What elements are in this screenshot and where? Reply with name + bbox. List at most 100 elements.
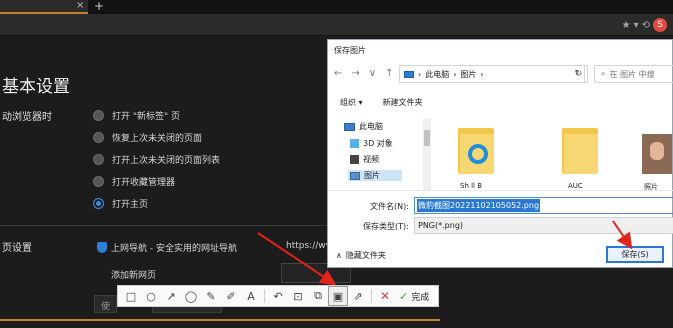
done-label: 完成 bbox=[411, 292, 430, 303]
radio-button-selected[interactable] bbox=[93, 197, 104, 209]
face bbox=[650, 142, 664, 160]
new-tab-button[interactable]: + bbox=[94, 0, 104, 13]
crop-icon[interactable]: ⊡ bbox=[288, 286, 308, 306]
startup-option-restore[interactable]: 恢复上次未关闭的页面 bbox=[93, 129, 202, 145]
refresh-button[interactable]: ↻ bbox=[570, 65, 588, 83]
tree-item-pictures[interactable]: 图片 bbox=[348, 170, 402, 181]
scroll-thumb[interactable] bbox=[424, 130, 430, 146]
option-label: 打开收藏管理器 bbox=[112, 177, 176, 188]
save-button[interactable]: 保存(S) bbox=[606, 246, 664, 263]
cancel-icon[interactable]: ✕ bbox=[375, 286, 395, 306]
hide-folders-label: 隐藏文件夹 bbox=[345, 251, 386, 260]
tree-item-this-pc[interactable]: 此电脑 bbox=[344, 121, 383, 132]
tab-close-icon[interactable]: × bbox=[76, 0, 84, 12]
add-new-page-link[interactable]: 添加新网页 bbox=[111, 268, 156, 281]
tree-item-label: 3D 对象 bbox=[363, 139, 393, 148]
organize-button[interactable]: 组织 ▾ bbox=[340, 97, 363, 108]
startup-option-restore-list[interactable]: 打开上次未关闭的页面列表 bbox=[93, 151, 220, 167]
address-bar-actions: ★ ▾ ⟲ S bbox=[622, 17, 673, 33]
toolbar-divider bbox=[264, 289, 265, 303]
dialog-nav: ← → ∨ ↑ bbox=[334, 68, 394, 79]
breadcrumb-this-pc[interactable]: 此电脑 bbox=[425, 69, 449, 80]
screenshot-toolbar: □ ○ ↗ ◯ ✎ ✐ A ↶ ⊡ ⧉ ▣ ⇗ ✕ ✓ 完成 bbox=[117, 285, 439, 307]
computer-icon bbox=[344, 122, 355, 131]
filename-label: 文件名(N): bbox=[370, 202, 409, 211]
filetype-value: PNG(*.png) bbox=[418, 221, 464, 230]
film-icon bbox=[350, 155, 359, 164]
radio-button[interactable] bbox=[93, 153, 104, 165]
undo-icon[interactable]: ↶ bbox=[268, 286, 288, 306]
refresh-icon[interactable]: ⟲ bbox=[642, 20, 650, 31]
file-item[interactable]: 照片 bbox=[636, 120, 673, 191]
startup-option-new-tab[interactable]: 打开 "新标签" 页 bbox=[93, 107, 180, 123]
radio-button[interactable] bbox=[93, 109, 104, 121]
startup-option-homepage[interactable]: 打开主页 bbox=[93, 195, 148, 211]
up-icon[interactable]: ↑ bbox=[385, 68, 393, 79]
filetype-label: 保存类型(T): bbox=[363, 222, 409, 231]
toolbar-divider bbox=[371, 289, 372, 303]
homepage-nav-item[interactable]: 上网导航 - 安全实用的网址导航 bbox=[97, 241, 237, 254]
speech-bubble-tool-icon[interactable]: ◯ bbox=[181, 286, 201, 306]
rectangle-tool-icon[interactable]: □ bbox=[121, 286, 141, 306]
chevron-up-icon: ∧ bbox=[336, 251, 342, 260]
option-label: 打开 "新标签" 页 bbox=[112, 111, 181, 122]
startup-option-bookmarks[interactable]: 打开收藏管理器 bbox=[93, 173, 175, 189]
computer-icon bbox=[404, 70, 414, 78]
photo-thumbnail bbox=[642, 134, 672, 174]
startup-section-label: 动浏览器时 bbox=[2, 112, 52, 123]
bottom-button-1[interactable]: 使 bbox=[94, 295, 118, 313]
cube-icon bbox=[350, 139, 359, 148]
chevron-down-icon[interactable]: ▾ bbox=[634, 20, 639, 31]
breadcrumb-sep: › bbox=[418, 69, 422, 79]
radio-button[interactable] bbox=[93, 175, 104, 187]
check-icon: ✓ bbox=[399, 289, 409, 303]
text-tool-icon[interactable]: A bbox=[241, 286, 261, 306]
pen-tool-icon[interactable]: ✎ bbox=[201, 286, 221, 306]
done-button[interactable]: ✓ 完成 bbox=[395, 286, 433, 306]
extension-badge[interactable]: S bbox=[653, 18, 667, 32]
radio-button[interactable] bbox=[93, 131, 104, 143]
homepage-section-label: 页设置 bbox=[2, 243, 32, 254]
command-bar: 组织 ▾ 新建文件夹 bbox=[340, 97, 423, 108]
option-label: 恢复上次未关闭的页面 bbox=[112, 133, 203, 144]
ie-logo-icon bbox=[468, 144, 488, 164]
back-icon[interactable]: ← bbox=[334, 68, 342, 79]
picture-icon bbox=[350, 171, 360, 180]
tree-item-label: 视频 bbox=[363, 155, 379, 164]
filetype-select[interactable]: PNG(*.png) bbox=[414, 217, 673, 234]
tab-strip: × + bbox=[0, 0, 673, 14]
tree-scrollbar[interactable] bbox=[423, 118, 431, 190]
option-label: 打开上次未关闭的页面列表 bbox=[112, 155, 221, 166]
navigation-tree: 此电脑 3D 对象 视频 图片 bbox=[334, 118, 434, 188]
file-item[interactable]: AUC bbox=[562, 120, 602, 190]
address-path[interactable]: › 此电脑 › 图片 › ∨ bbox=[399, 65, 585, 83]
tree-item-label: 图片 bbox=[364, 171, 380, 180]
search-icon: ⌕ bbox=[601, 69, 606, 78]
marker-tool-icon[interactable]: ✐ bbox=[221, 286, 241, 306]
breadcrumb-sep: › bbox=[480, 69, 484, 79]
arrow-tool-icon[interactable]: ↗ bbox=[161, 286, 181, 306]
tree-item-label: 此电脑 bbox=[359, 122, 383, 131]
breadcrumb-pictures[interactable]: 图片 bbox=[460, 69, 476, 80]
save-icon[interactable]: ▣ bbox=[328, 286, 348, 306]
tree-item-3d-objects[interactable]: 3D 对象 bbox=[350, 138, 393, 149]
new-folder-button[interactable]: 新建文件夹 bbox=[383, 97, 423, 108]
homepage-url: https://wv bbox=[286, 241, 331, 251]
ellipse-tool-icon[interactable]: ○ bbox=[141, 286, 161, 306]
search-placeholder: 在 图片 中搜 bbox=[609, 69, 655, 79]
tree-item-videos[interactable]: 视频 bbox=[350, 154, 379, 165]
file-item[interactable]: Sh ll B bbox=[458, 120, 498, 190]
search-input[interactable]: ⌕ 在 图片 中搜 bbox=[594, 65, 673, 83]
filename-value: 微豹截图20221102105052.png bbox=[417, 199, 541, 212]
recent-dropdown-icon[interactable]: ∨ bbox=[369, 68, 376, 79]
ocr-icon[interactable]: ⧉ bbox=[308, 286, 328, 306]
filename-input[interactable]: 微豹截图20221102105052.png bbox=[414, 197, 673, 214]
hide-folders-toggle[interactable]: ∧ 隐藏文件夹 bbox=[336, 250, 386, 261]
star-icon[interactable]: ★ bbox=[622, 20, 631, 31]
folder-front bbox=[564, 134, 598, 174]
breadcrumb-sep: › bbox=[453, 69, 457, 79]
forward-icon[interactable]: → bbox=[351, 68, 359, 79]
option-label: 打开主页 bbox=[112, 199, 149, 210]
browser-tab[interactable]: × bbox=[0, 0, 88, 14]
share-icon[interactable]: ⇗ bbox=[348, 286, 368, 306]
